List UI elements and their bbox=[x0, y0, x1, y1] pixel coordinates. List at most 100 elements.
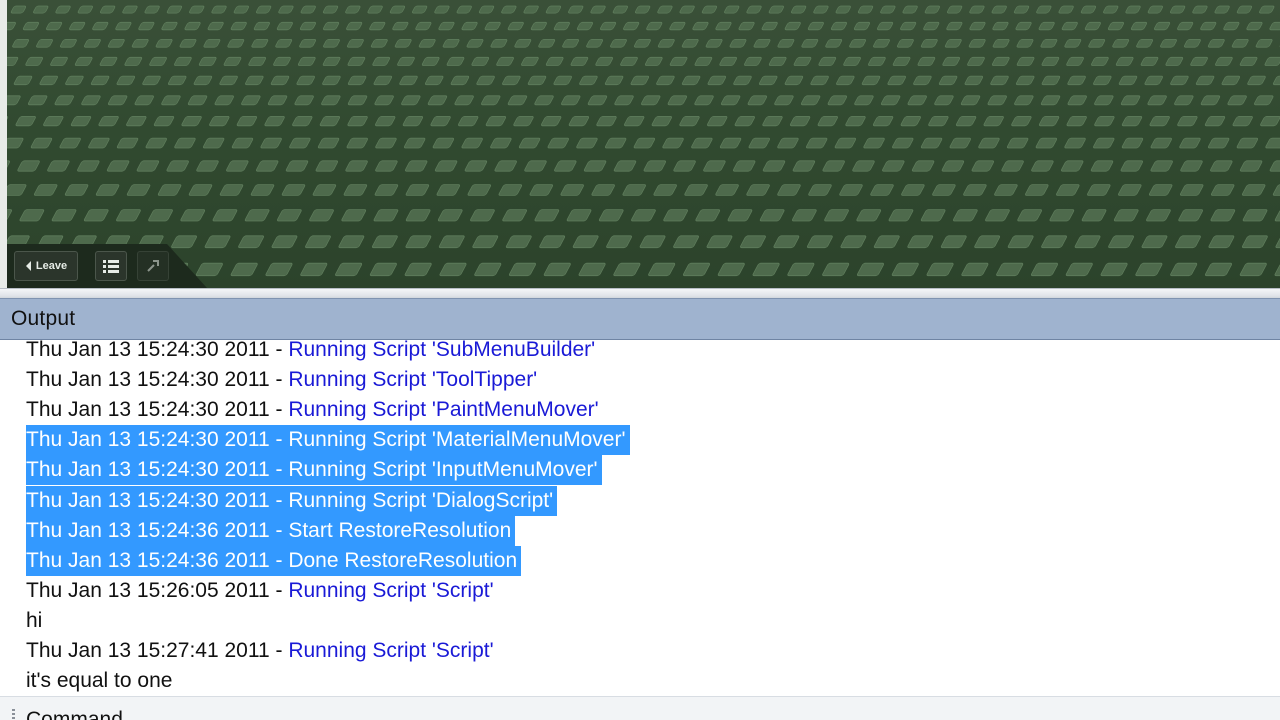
baseplate-stud bbox=[281, 184, 306, 196]
line-timestamp: Thu Jan 13 15:24:30 2011 bbox=[26, 398, 270, 422]
baseplate-stud bbox=[253, 21, 270, 31]
baseplate-stud bbox=[1007, 235, 1034, 249]
baseplate-stud bbox=[411, 5, 428, 14]
line-message: Done RestoreResolution bbox=[288, 548, 518, 572]
baseplate-stud bbox=[99, 5, 116, 14]
baseplate-stud bbox=[1236, 137, 1259, 149]
output-line[interactable]: Thu Jan 13 15:24:30 2011 - Running Scrip… bbox=[26, 455, 602, 486]
baseplate-stud bbox=[938, 75, 958, 86]
baseplate-stud bbox=[852, 160, 875, 172]
baseplate-stud bbox=[98, 116, 119, 127]
baseplate-stud bbox=[507, 21, 524, 31]
baseplate-stud bbox=[1056, 184, 1080, 196]
baseplate-stud bbox=[1241, 184, 1266, 196]
baseplate-stud bbox=[805, 137, 828, 149]
baseplate-stud bbox=[861, 75, 881, 86]
baseplate-stud bbox=[634, 5, 651, 14]
baseplate-stud bbox=[439, 262, 467, 277]
line-separator: - bbox=[269, 368, 289, 392]
leave-label: Leave bbox=[35, 260, 68, 272]
baseplate-stud bbox=[746, 184, 770, 196]
baseplate-stud bbox=[1040, 39, 1058, 48]
output-line[interactable]: Thu Jan 13 15:24:30 2011 - Running Scrip… bbox=[26, 485, 558, 516]
baseplate-stud bbox=[264, 116, 285, 127]
baseplate-stud bbox=[421, 56, 440, 66]
baseplate-stud bbox=[496, 56, 514, 66]
baseplate-stud bbox=[341, 209, 367, 222]
baseplate-stud bbox=[17, 160, 40, 172]
baseplate-stud bbox=[126, 184, 151, 196]
baseplate-stud bbox=[942, 56, 961, 66]
output-line[interactable]: Thu Jan 13 15:24:30 2011 - Running Scrip… bbox=[26, 395, 599, 425]
baseplate-stud bbox=[438, 235, 465, 249]
output-line[interactable]: Thu Jan 13 15:24:30 2011 - Running Scrip… bbox=[26, 365, 537, 395]
output-line[interactable]: Thu Jan 13 15:24:36 2011 - Start Restore… bbox=[26, 515, 516, 546]
baseplate-stud bbox=[768, 5, 784, 14]
line-timestamp: Thu Jan 13 15:24:30 2011 bbox=[26, 368, 270, 392]
baseplate-stud bbox=[1227, 95, 1247, 106]
baseplate-stud bbox=[673, 160, 696, 172]
baseplate-stud bbox=[43, 116, 64, 127]
baseplate-stud bbox=[953, 209, 978, 222]
baseplate-stud bbox=[872, 116, 894, 127]
baseplate-stud bbox=[1174, 95, 1194, 106]
baseplate-stud bbox=[227, 39, 245, 48]
baseplate-stud bbox=[498, 184, 523, 196]
command-panel[interactable]: Command bbox=[0, 697, 1280, 720]
leave-button[interactable]: Leave bbox=[14, 251, 78, 281]
output-line[interactable]: Thu Jan 13 15:26:05 2011 - Running Scrip… bbox=[26, 576, 494, 606]
baseplate-stud bbox=[934, 95, 954, 106]
baseplate-stud bbox=[845, 116, 866, 127]
baseplate-stud bbox=[631, 209, 656, 222]
baseplate-stud bbox=[1001, 160, 1024, 172]
output-line[interactable]: hi bbox=[26, 606, 42, 636]
baseplate-stud bbox=[65, 75, 84, 86]
baseplate-stud bbox=[27, 95, 48, 106]
baseplate-stud bbox=[134, 95, 154, 106]
output-line[interactable]: Thu Jan 13 15:24:36 2011 - Done RestoreR… bbox=[26, 545, 522, 576]
baseplate-stud bbox=[896, 39, 914, 48]
output-line[interactable]: Thu Jan 13 15:27:41 2011 - Running Scrip… bbox=[26, 636, 494, 666]
grip-handle-icon[interactable] bbox=[12, 709, 15, 720]
output-line[interactable]: it's equal to one bbox=[26, 666, 172, 696]
output-log[interactable]: Thu Jan 13 15:24:30 2011 - Running Scrip… bbox=[0, 340, 1280, 696]
baseplate-stud bbox=[322, 56, 341, 66]
baseplate-stud bbox=[633, 39, 651, 48]
baseplate-stud bbox=[1113, 209, 1139, 222]
baseplate-stud bbox=[715, 21, 732, 31]
baseplate-stud bbox=[892, 137, 914, 149]
baseplate-stud bbox=[92, 21, 109, 31]
baseplate-stud bbox=[46, 21, 63, 31]
output-line[interactable]: Thu Jan 13 15:24:30 2011 - Running Scrip… bbox=[26, 340, 595, 365]
baseplate-stud bbox=[681, 75, 701, 86]
baseplate-stud bbox=[1170, 262, 1198, 277]
game-viewport[interactable]: Leave bbox=[0, 0, 1280, 288]
baseplate-stud bbox=[1195, 75, 1215, 86]
baseplate-stud bbox=[762, 116, 783, 127]
baseplate-stud bbox=[554, 160, 577, 172]
baseplate-stud bbox=[219, 184, 244, 196]
tool-button[interactable] bbox=[137, 251, 169, 281]
baseplate-stud bbox=[719, 137, 742, 149]
baseplate-stud bbox=[51, 209, 77, 222]
baseplate-stud bbox=[25, 56, 44, 66]
baseplate-stud bbox=[1065, 262, 1093, 277]
baseplate-stud bbox=[116, 209, 141, 222]
baseplate-stud bbox=[1272, 184, 1280, 196]
baseplate-stud bbox=[1210, 160, 1233, 172]
baseplate-stud bbox=[822, 262, 850, 277]
baseplate-stud bbox=[787, 262, 815, 277]
baseplate-stud bbox=[50, 56, 68, 66]
baseplate-stud bbox=[679, 5, 695, 14]
baseplate-stud bbox=[902, 5, 918, 14]
baseplate-stud bbox=[1274, 209, 1280, 222]
baseplate-stud bbox=[1141, 235, 1168, 249]
menu-button[interactable] bbox=[95, 251, 127, 281]
baseplate-stud bbox=[345, 160, 368, 172]
baseplate-stud bbox=[1066, 116, 1087, 127]
baseplate-stud bbox=[260, 137, 282, 149]
output-line[interactable]: Thu Jan 13 15:24:30 2011 - Running Scrip… bbox=[26, 425, 630, 456]
baseplate-stud bbox=[541, 116, 562, 127]
baseplate-stud bbox=[777, 184, 801, 196]
baseplate-stud bbox=[1242, 209, 1268, 222]
